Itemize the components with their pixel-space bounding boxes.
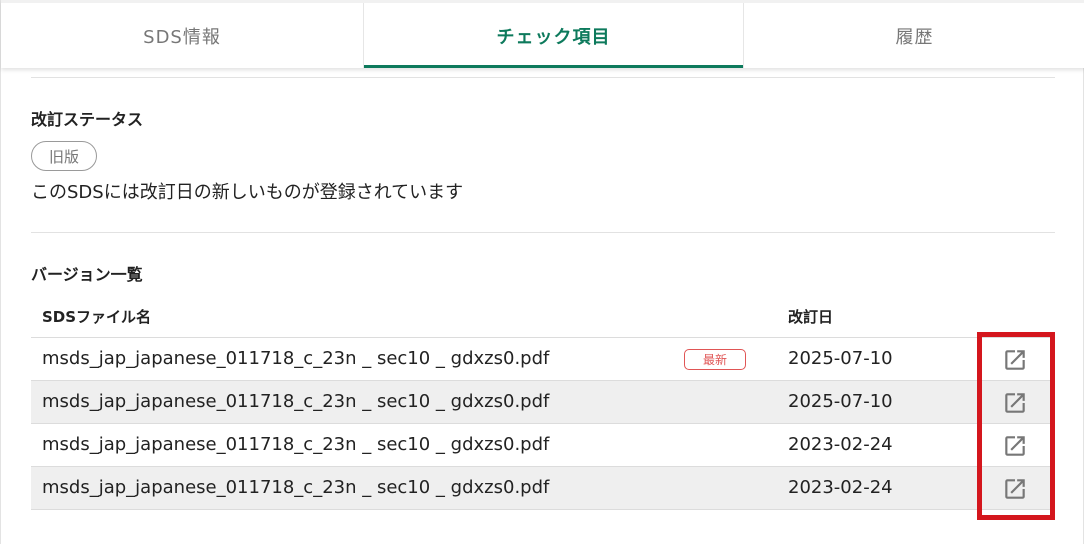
external-link-icon [1005,393,1025,413]
table-row: msds_jap_japanese_011718_c_23n _ sec10 _… [31,338,1055,381]
external-link-icon [1005,479,1025,499]
tab-check-items[interactable]: チェック項目 [364,3,744,68]
revision-date-cell: 2023-02-24 [788,477,893,498]
divider [31,232,1055,233]
tab-sds-info[interactable]: SDS情報 [1,3,364,68]
open-file-button[interactable] [1000,388,1030,418]
sds-detail-panel: SDS情報 チェック項目 履歴 改訂ステータス 旧版 このSDSには改訂日の新し… [0,0,1084,544]
tab-bar: SDS情報 チェック項目 履歴 [1,0,1084,68]
revision-status-message: このSDSには改訂日の新しいものが登録されています [31,182,464,203]
divider [31,77,1055,78]
table-row: msds_jap_japanese_011718_c_23n _ sec10 _… [31,424,1055,467]
open-file-button[interactable] [1000,431,1030,461]
latest-badge: 最新 [684,349,746,370]
tab-history[interactable]: 履歴 [744,3,1084,68]
table-header: SDSファイル名 改訂日 [31,294,1055,338]
file-name-cell: msds_jap_japanese_011718_c_23n _ sec10 _… [42,477,550,498]
open-file-button[interactable] [1000,474,1030,504]
revision-status-title: 改訂ステータス [31,110,144,129]
external-link-icon [1005,436,1025,456]
version-list-title: バージョン一覧 [31,265,143,284]
file-name-cell: msds_jap_japanese_011718_c_23n _ sec10 _… [42,434,550,455]
revision-date-cell: 2025-07-10 [788,348,893,369]
column-header-revision-date: 改訂日 [788,308,834,326]
file-name-cell: msds_jap_japanese_011718_c_23n _ sec10 _… [42,391,550,412]
open-file-button[interactable] [1000,345,1030,375]
revision-date-cell: 2023-02-24 [788,434,893,455]
file-name-cell: msds_jap_japanese_011718_c_23n _ sec10 _… [42,348,550,369]
status-chip-old-version: 旧版 [31,141,97,171]
column-header-file-name: SDSファイル名 [42,308,152,326]
table-row: msds_jap_japanese_011718_c_23n _ sec10 _… [31,381,1055,424]
table-row: msds_jap_japanese_011718_c_23n _ sec10 _… [31,467,1055,510]
revision-date-cell: 2025-07-10 [788,391,893,412]
external-link-icon [1005,350,1025,370]
version-table: SDSファイル名 改訂日 msds_jap_japanese_011718_c_… [31,294,1055,510]
